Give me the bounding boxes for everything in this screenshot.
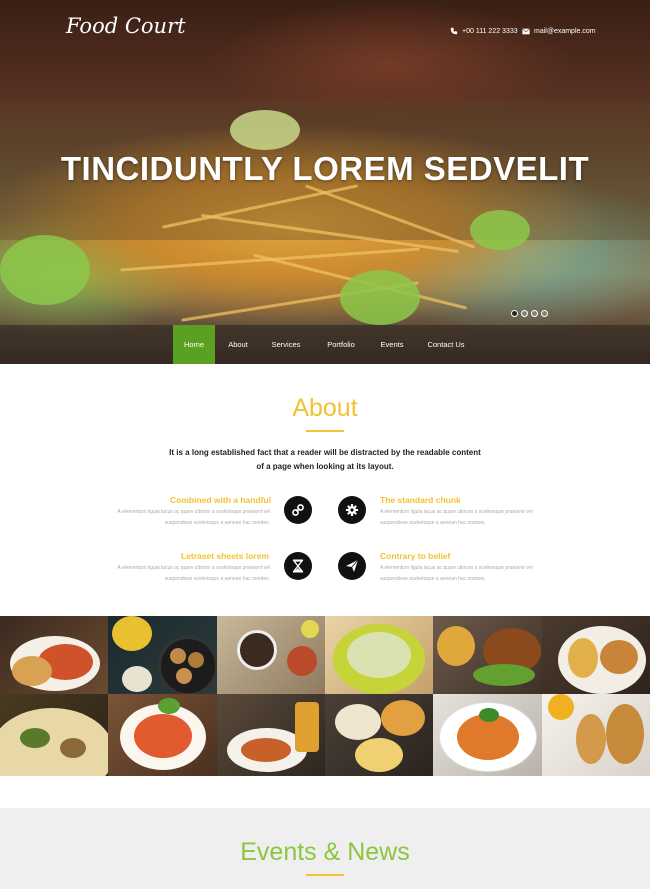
gallery-image-6[interactable] xyxy=(541,616,650,694)
hero-title: TINCIDUNTLY LOREM SEDVELIT xyxy=(60,150,590,187)
gallery-image-7[interactable] xyxy=(0,694,109,776)
feature-text-1: A elementum ligula lacus ac quam ultrice… xyxy=(90,507,270,529)
feature-text-1-line-1: A elementum ligula lacus ac quam ultrice… xyxy=(117,509,270,515)
phone-icon xyxy=(450,27,458,35)
gallery-image-12[interactable] xyxy=(541,694,650,776)
slide-dot-1[interactable] xyxy=(511,310,518,317)
feature-text-2-line-1: A elementum ligula lacus ac quam ultrice… xyxy=(380,509,533,515)
email-address[interactable]: mail@example.com xyxy=(534,28,596,35)
gear-icon xyxy=(346,504,358,516)
about-underline xyxy=(306,430,344,432)
nav-portfolio[interactable]: Portfolio xyxy=(318,325,364,364)
feature-title-3: Letraset sheets lorem xyxy=(181,551,269,561)
nav-events[interactable]: Events xyxy=(372,325,412,364)
gallery-image-4[interactable] xyxy=(325,616,434,694)
about-description-line-2: of a page when looking at its layout. xyxy=(256,462,394,471)
site-logo[interactable]: Food Court xyxy=(66,14,186,38)
link-icon xyxy=(292,504,304,516)
nav-home[interactable]: Home xyxy=(173,325,215,364)
gallery-image-8[interactable] xyxy=(108,694,217,776)
nav-services[interactable]: Services xyxy=(264,325,308,364)
gallery-image-2[interactable] xyxy=(108,616,217,694)
feature-text-2: A elementum ligula lacus ac quam ultrice… xyxy=(380,507,560,529)
feature-icon-circle-1 xyxy=(284,496,312,524)
phone-number[interactable]: +00 111 222 3333 xyxy=(462,28,518,35)
feature-text-4: A elementum ligula lacus ac quam ultrice… xyxy=(380,563,560,585)
feature-text-3: A elementum ligula lacus ac quam ultrice… xyxy=(90,563,270,585)
email-contact: mail@example.com xyxy=(522,27,596,35)
feature-icon-circle-4 xyxy=(338,552,366,580)
phone-contact: +00 111 222 3333 xyxy=(450,27,518,35)
events-underline xyxy=(306,874,344,876)
about-description: It is a long established fact that a rea… xyxy=(160,446,490,474)
gallery-image-3[interactable] xyxy=(216,616,325,694)
food-gallery xyxy=(0,616,650,776)
nav-contact-us[interactable]: Contact Us xyxy=(420,325,472,364)
about-heading: About xyxy=(292,394,358,422)
main-nav: Home About Services Portfolio Events Con… xyxy=(0,325,650,364)
feature-text-3-line-2: suspendisse scelerisque a aenean hac mon… xyxy=(164,576,270,582)
feature-text-4-line-2: suspendisse scelerisque a aenean hac mon… xyxy=(380,576,486,582)
events-heading: Events & News xyxy=(240,838,410,866)
feature-title-1: Combined with a handful xyxy=(170,495,272,505)
slide-dot-3[interactable] xyxy=(531,310,538,317)
feature-text-2-line-2: suspendisse scelerisque a aenean hac mon… xyxy=(380,520,486,526)
hero-slider: Food Court +00 111 222 3333 mail@example… xyxy=(0,0,650,364)
gallery-image-9[interactable] xyxy=(216,694,325,776)
feature-title-2: The standard chunk xyxy=(380,495,461,505)
hourglass-icon xyxy=(292,559,304,573)
top-bar: Food Court +00 111 222 3333 mail@example… xyxy=(0,0,650,62)
nav-about[interactable]: About xyxy=(220,325,256,364)
about-description-line-1: It is a long established fact that a rea… xyxy=(169,448,481,457)
gallery-image-5[interactable] xyxy=(433,616,542,694)
slide-dot-2[interactable] xyxy=(521,310,528,317)
events-section: Events & News xyxy=(0,808,650,889)
gallery-image-11[interactable] xyxy=(433,694,542,776)
gallery-image-1[interactable] xyxy=(0,616,109,694)
feature-text-3-line-1: A elementum ligula lacus ac quam ultrice… xyxy=(117,565,270,571)
feature-icon-circle-3 xyxy=(284,552,312,580)
feature-text-4-line-1: A elementum ligula lacus ac quam ultrice… xyxy=(380,565,533,571)
slider-pagination xyxy=(511,310,548,317)
slide-dot-4[interactable] xyxy=(541,310,548,317)
feature-icon-circle-2 xyxy=(338,496,366,524)
feature-text-1-line-2: suspendisse scelerisque a aenean hac mon… xyxy=(164,520,270,526)
feature-title-4: Contrary to belief xyxy=(380,551,451,561)
gallery-image-10[interactable] xyxy=(325,694,434,776)
paper-plane-icon xyxy=(346,559,359,572)
envelope-icon xyxy=(522,27,530,35)
